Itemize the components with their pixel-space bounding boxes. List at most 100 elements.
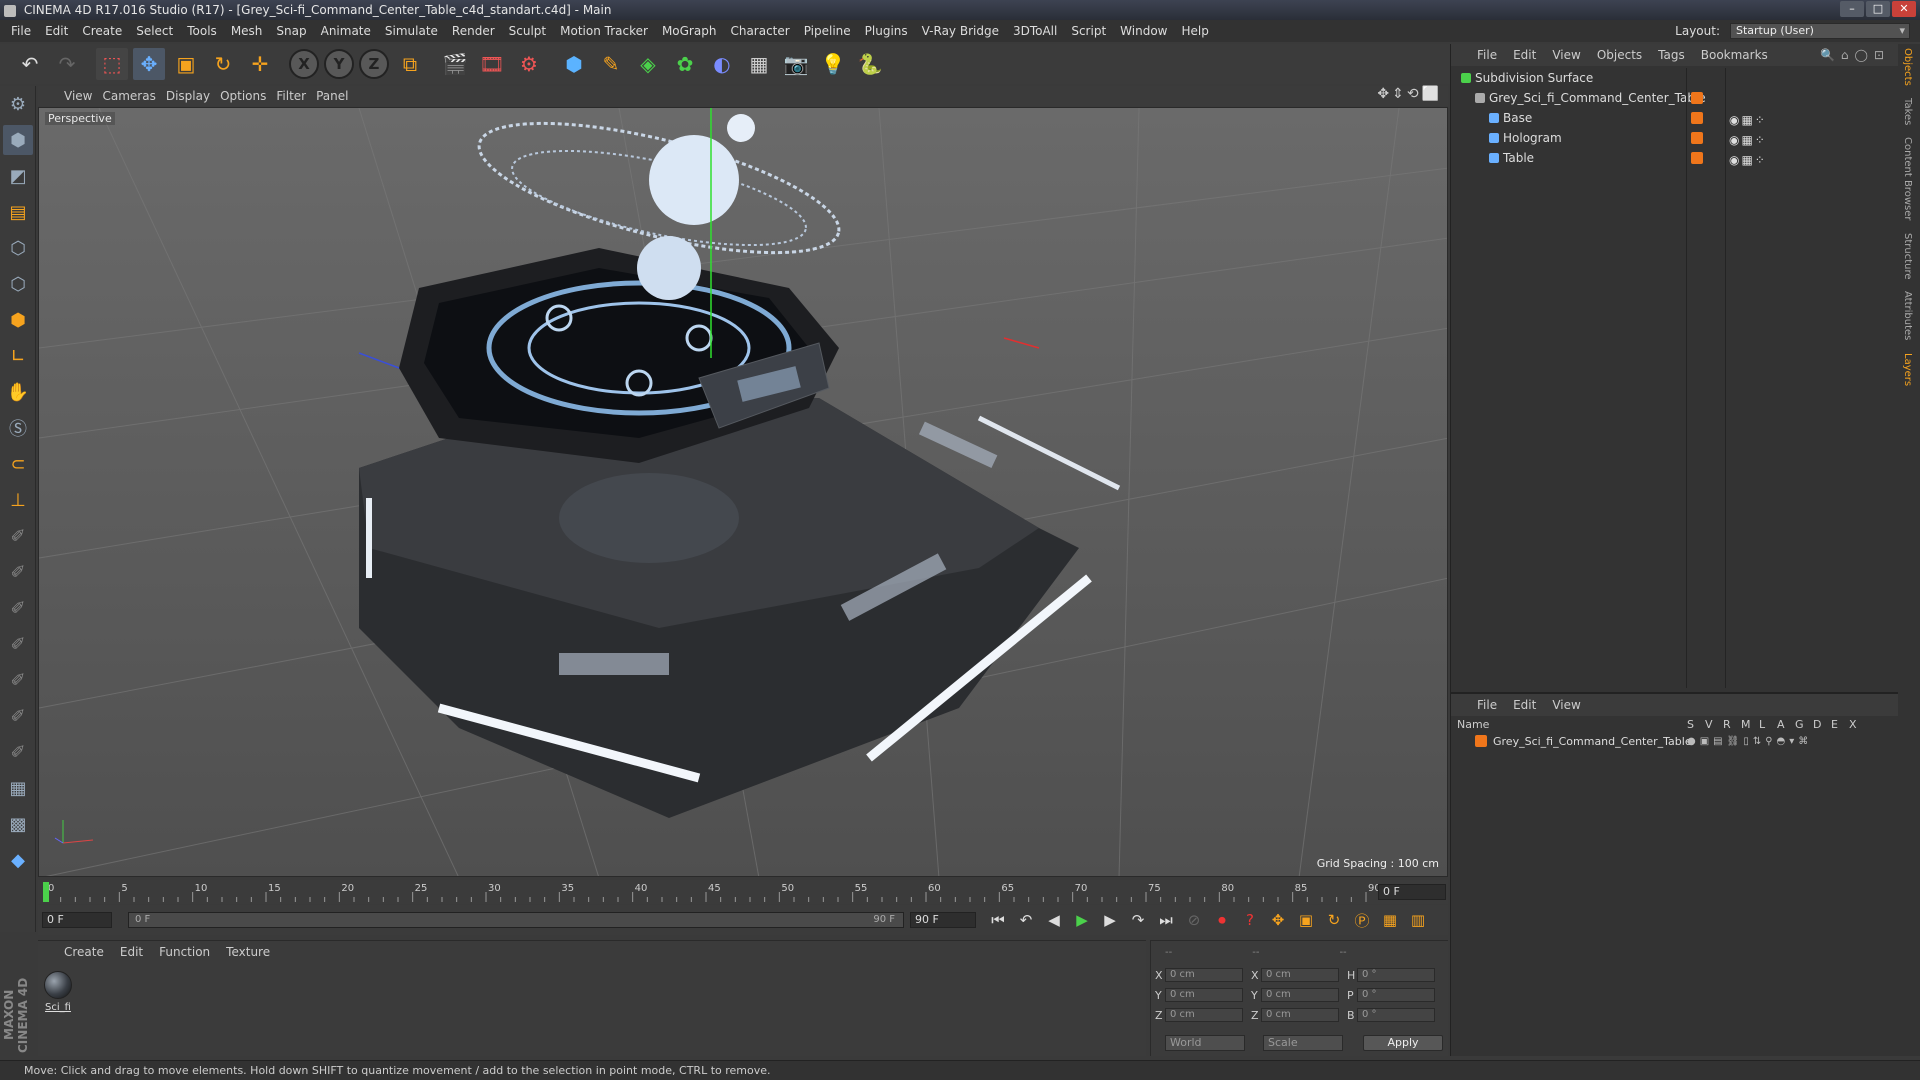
viewport-menu-view[interactable]: View (64, 89, 102, 103)
menu-window[interactable]: Window (1113, 24, 1174, 38)
floor-lock-icon[interactable]: ▩ (3, 809, 33, 839)
coordinate-field[interactable]: 0 ° (1357, 968, 1435, 982)
layer-column-e[interactable]: E (1831, 718, 1838, 731)
menu-3dtoall[interactable]: 3DToAll (1006, 24, 1064, 38)
goto-end-icon[interactable]: ⏭ (1154, 908, 1178, 932)
layer-row[interactable]: Grey_Sci_fi_Command_Center_Table ●▣▤⛓▯⇅⚲… (1451, 732, 1899, 750)
brush-icon[interactable]: ✐ (3, 737, 33, 767)
objects-menu-edit[interactable]: Edit (1513, 48, 1552, 62)
make-editable-icon[interactable]: ⚙ (3, 89, 33, 119)
menu-snap[interactable]: Snap (269, 24, 313, 38)
layer-column-r[interactable]: R (1723, 718, 1731, 731)
coordinate-field[interactable]: 0 cm (1261, 1008, 1339, 1022)
next-key-icon[interactable]: ↷ (1126, 908, 1150, 932)
layer-name[interactable]: Grey_Sci_fi_Command_Center_Table (1493, 735, 1692, 748)
brush-icon[interactable]: ✐ (3, 665, 33, 695)
key-scale-icon[interactable]: ▣ (1294, 908, 1318, 932)
coordinate-field[interactable]: 0 ° (1357, 988, 1435, 1002)
scale-icon[interactable]: ▣ (170, 48, 202, 80)
objects-menu-bookmarks[interactable]: Bookmarks (1701, 48, 1784, 62)
layer-color-swatch[interactable] (1691, 132, 1703, 144)
python-icon[interactable]: 🐍 (854, 48, 886, 80)
keyframe-selection-icon[interactable]: ? (1238, 908, 1262, 932)
timeline-window-icon[interactable]: ▥ (1406, 908, 1430, 932)
minimize-button[interactable]: – (1840, 1, 1864, 17)
model-mode-icon[interactable]: ⬢ (3, 125, 33, 155)
layer-column-s[interactable]: S (1687, 718, 1694, 731)
material-swatch[interactable] (44, 971, 72, 999)
timeline-ruler[interactable]: 0 5 10 15 20 25 30 35 40 45 50 55 60 65 70 75 80 85 90 (38, 880, 1448, 904)
cube-icon[interactable]: ⬢ (558, 48, 590, 80)
menu-animate[interactable]: Animate (314, 24, 378, 38)
close-button[interactable]: ✕ (1892, 1, 1916, 17)
tweak-mode-icon[interactable]: ✋ (3, 377, 33, 407)
side-tab-objects[interactable]: Objects (1898, 44, 1917, 90)
menu-render[interactable]: Render (445, 24, 502, 38)
coordinate-system-icon[interactable]: ⧉ (394, 48, 426, 80)
layout-select[interactable]: Startup (User) ▾ (1730, 23, 1910, 39)
rotate-icon[interactable]: ↻ (207, 48, 239, 80)
y-axis-icon[interactable]: Y (324, 49, 354, 79)
pen-icon[interactable]: ✎ (595, 48, 627, 80)
layer-color-swatch[interactable] (1691, 112, 1703, 124)
light-icon[interactable]: 💡 (817, 48, 849, 80)
object-tags-icons[interactable]: ◉▦⁘ (1729, 130, 1767, 150)
size-mode-select[interactable]: Scale (1263, 1035, 1343, 1051)
edges-mode-icon[interactable]: ⬡ (3, 269, 33, 299)
viewport-menu-display[interactable]: Display (166, 89, 220, 103)
layer-color-swatch[interactable] (1475, 735, 1487, 747)
object-name[interactable]: Table (1503, 148, 1534, 168)
side-tab-layers[interactable]: Layers (1898, 349, 1917, 390)
live-selection-icon[interactable]: ⬚ (96, 48, 128, 80)
current-frame-field[interactable]: 0 F (1378, 884, 1446, 900)
workplane-icon[interactable]: ▤ (3, 197, 33, 227)
array-icon[interactable]: ✿ (669, 48, 701, 80)
menu-mesh[interactable]: Mesh (224, 24, 270, 38)
workplane-axis-icon[interactable]: ⊥ (3, 485, 33, 515)
menu-motion-tracker[interactable]: Motion Tracker (553, 24, 655, 38)
object-row[interactable]: Subdivision Surface (1451, 68, 1899, 88)
prev-frame-icon[interactable]: ◀ (1042, 908, 1066, 932)
maximize-button[interactable]: □ (1866, 1, 1890, 17)
menu-edit[interactable]: Edit (38, 24, 75, 38)
menu-script[interactable]: Script (1064, 24, 1113, 38)
object-row[interactable]: Table ◉▦⁘ (1451, 148, 1899, 168)
object-name[interactable]: Grey_Sci_fi_Command_Center_Table (1489, 88, 1706, 108)
side-tab-attributes[interactable]: Attributes (1898, 287, 1917, 344)
play-icon[interactable]: ▶ (1070, 908, 1094, 932)
move-snap-icon[interactable]: ✛ (244, 48, 276, 80)
brush-icon[interactable]: ✐ (3, 701, 33, 731)
viewport-menu-filter[interactable]: Filter (276, 89, 316, 103)
coordinate-field[interactable]: 0 ° (1357, 1008, 1435, 1022)
goto-start-icon[interactable]: ⏮ (986, 908, 1010, 932)
material-menu-texture[interactable]: Texture (226, 945, 286, 959)
object-row[interactable]: Base ◉▦⁘ (1451, 108, 1899, 128)
layer-column-l[interactable]: L (1759, 718, 1765, 731)
object-name[interactable]: Subdivision Surface (1475, 68, 1593, 88)
menu-help[interactable]: Help (1174, 24, 1215, 38)
layer-column-a[interactable]: A (1777, 718, 1785, 731)
object-name[interactable]: Base (1503, 108, 1532, 128)
render-view-icon[interactable]: 🎬 (439, 48, 471, 80)
redo-icon[interactable]: ↷ (51, 48, 83, 80)
undo-icon[interactable]: ↶ (14, 48, 46, 80)
menu-v-ray-bridge[interactable]: V-Ray Bridge (915, 24, 1006, 38)
menu-simulate[interactable]: Simulate (378, 24, 445, 38)
move-icon[interactable]: ✥ (133, 48, 165, 80)
layer-column-g[interactable]: G (1795, 718, 1804, 731)
layer-color-swatch[interactable] (1691, 92, 1703, 104)
objects-menu-file[interactable]: File (1477, 48, 1513, 62)
layer-column-v[interactable]: V (1705, 718, 1713, 731)
menu-select[interactable]: Select (129, 24, 180, 38)
camera-icon[interactable]: 📷 (780, 48, 812, 80)
objects-menu-view[interactable]: View (1552, 48, 1596, 62)
menu-file[interactable]: File (4, 24, 38, 38)
viewport-nav-icons[interactable]: ✥⇕⟲⬜ (1377, 86, 1442, 102)
magnet-icon[interactable]: ⊂ (3, 449, 33, 479)
apply-button[interactable]: Apply (1363, 1035, 1443, 1051)
layer-color-swatch[interactable] (1691, 152, 1703, 164)
side-tab-takes[interactable]: Takes (1898, 94, 1917, 129)
render-settings-icon[interactable]: ⚙ (513, 48, 545, 80)
polygons-mode-icon[interactable]: ⬢ (3, 305, 33, 335)
axis-mode-icon[interactable]: ∟ (3, 341, 33, 371)
